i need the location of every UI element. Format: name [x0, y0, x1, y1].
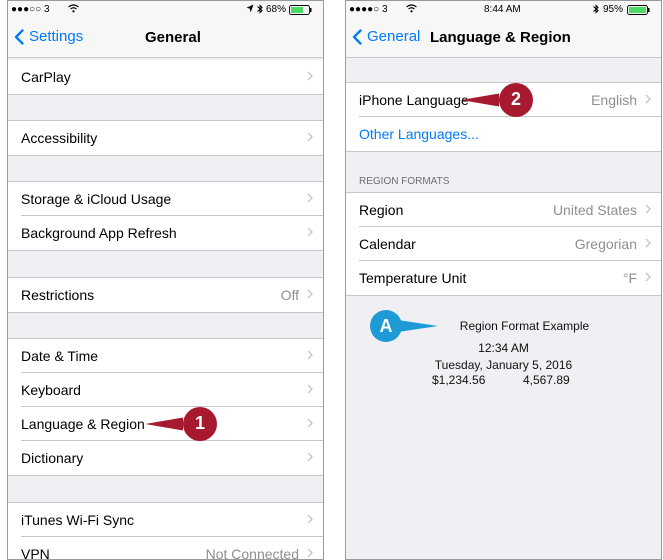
chevron-right-icon [645, 204, 651, 214]
battery-icon [627, 5, 651, 18]
chevron-right-icon [307, 227, 313, 237]
bluetooth-icon [257, 4, 263, 17]
row-label: iTunes Wi-Fi Sync [21, 512, 135, 528]
row-label: Dictionary [21, 450, 84, 466]
nav-bar: General Language & Region [346, 18, 661, 58]
row-vpn[interactable]: VPN Not Connected [8, 537, 323, 560]
row-date-time[interactable]: Date & Time [8, 339, 323, 373]
callout-2-number: 2 [510, 89, 521, 109]
wifi-icon [68, 4, 79, 16]
row-label: Region [359, 202, 404, 218]
row-temperature-unit[interactable]: Temperature Unit °F [346, 261, 661, 295]
page-title: General [145, 29, 201, 46]
row-label: Storage & iCloud Usage [21, 191, 172, 207]
row-label: Restrictions [21, 287, 95, 303]
row-label: Keyboard [21, 382, 81, 398]
chevron-right-icon [307, 71, 313, 81]
carrier-signal: ●●●●○ 3 [349, 4, 388, 15]
chevron-right-icon [307, 452, 313, 462]
status-time: 8:44 AM [484, 4, 521, 15]
row-label: Language & Region [21, 416, 145, 432]
region-format-example-currency: $1,234.56 [432, 373, 486, 387]
chevron-right-icon [307, 350, 313, 360]
row-label: Other Languages... [359, 126, 479, 142]
row-value: Off [280, 287, 299, 303]
status-bar: ●●●●○ 3 8:44 AM 95% [346, 1, 661, 18]
row-label: VPN [21, 546, 50, 560]
battery-percent: 68% [266, 4, 287, 15]
chevron-right-icon [307, 193, 313, 203]
chevron-left-icon [352, 28, 362, 45]
row-label: Temperature Unit [359, 270, 467, 286]
callout-1: 1 [143, 405, 223, 448]
chevron-right-icon [307, 418, 313, 428]
callout-a-letter: A [379, 316, 393, 336]
bluetooth-icon [593, 4, 599, 17]
row-calendar[interactable]: Calendar Gregorian [346, 227, 661, 261]
general-settings-screen: ●●●○○ 3 68% Settings General CarPlay Acc… [7, 0, 324, 560]
callout-1-number: 1 [194, 413, 205, 433]
page-title: Language & Region [430, 29, 571, 46]
row-value: English [591, 92, 637, 108]
battery-icon [289, 5, 313, 18]
battery-percent: 95% [603, 4, 624, 15]
chevron-right-icon [307, 384, 313, 394]
row-value: °F [622, 270, 637, 286]
back-button-label: General [367, 28, 421, 45]
row-label: CarPlay [21, 69, 71, 85]
chevron-right-icon [307, 514, 313, 524]
carrier-signal: ●●●○○ 3 [11, 4, 50, 15]
row-label: Date & Time [21, 348, 99, 364]
language-region-screen: ●●●●○ 3 8:44 AM 95% General Language & R… [345, 0, 662, 560]
chevron-right-icon [307, 132, 313, 142]
row-accessibility[interactable]: Accessibility [8, 121, 323, 155]
row-itunes-wifi-sync[interactable]: iTunes Wi-Fi Sync [8, 503, 323, 537]
back-button[interactable]: Settings [14, 28, 83, 45]
chevron-right-icon [645, 272, 651, 282]
chevron-left-icon [14, 28, 24, 45]
row-label: Background App Refresh [21, 225, 177, 241]
row-label: iPhone Language [359, 92, 469, 108]
row-value: United States [552, 202, 637, 218]
status-bar: ●●●○○ 3 68% [8, 1, 323, 18]
row-carplay[interactable]: CarPlay [8, 60, 323, 94]
chevron-right-icon [645, 94, 651, 104]
row-value: Not Connected [205, 546, 299, 560]
row-storage-icloud[interactable]: Storage & iCloud Usage [8, 182, 323, 216]
wifi-icon [406, 4, 417, 16]
location-icon [246, 4, 254, 16]
chevron-right-icon [307, 548, 313, 558]
section-header: REGION FORMATS [359, 176, 450, 187]
chevron-right-icon [307, 289, 313, 299]
row-background-app-refresh[interactable]: Background App Refresh [8, 216, 323, 250]
region-format-example-number: 4,567.89 [523, 373, 570, 387]
row-value: Gregorian [574, 236, 637, 252]
region-format-example-date: Tuesday, January 5, 2016 [434, 358, 573, 372]
callout-a: A [368, 309, 440, 350]
row-region[interactable]: Region United States [346, 193, 661, 227]
chevron-right-icon [645, 238, 651, 248]
callout-2: 2 [459, 81, 539, 124]
row-label: Accessibility [21, 130, 98, 146]
row-restrictions[interactable]: Restrictions Off [8, 278, 323, 312]
row-label: Calendar [359, 236, 416, 252]
back-button-label: Settings [29, 28, 84, 45]
nav-bar: Settings General [8, 18, 323, 58]
row-keyboard[interactable]: Keyboard [8, 373, 323, 407]
back-button[interactable]: General [352, 28, 420, 45]
